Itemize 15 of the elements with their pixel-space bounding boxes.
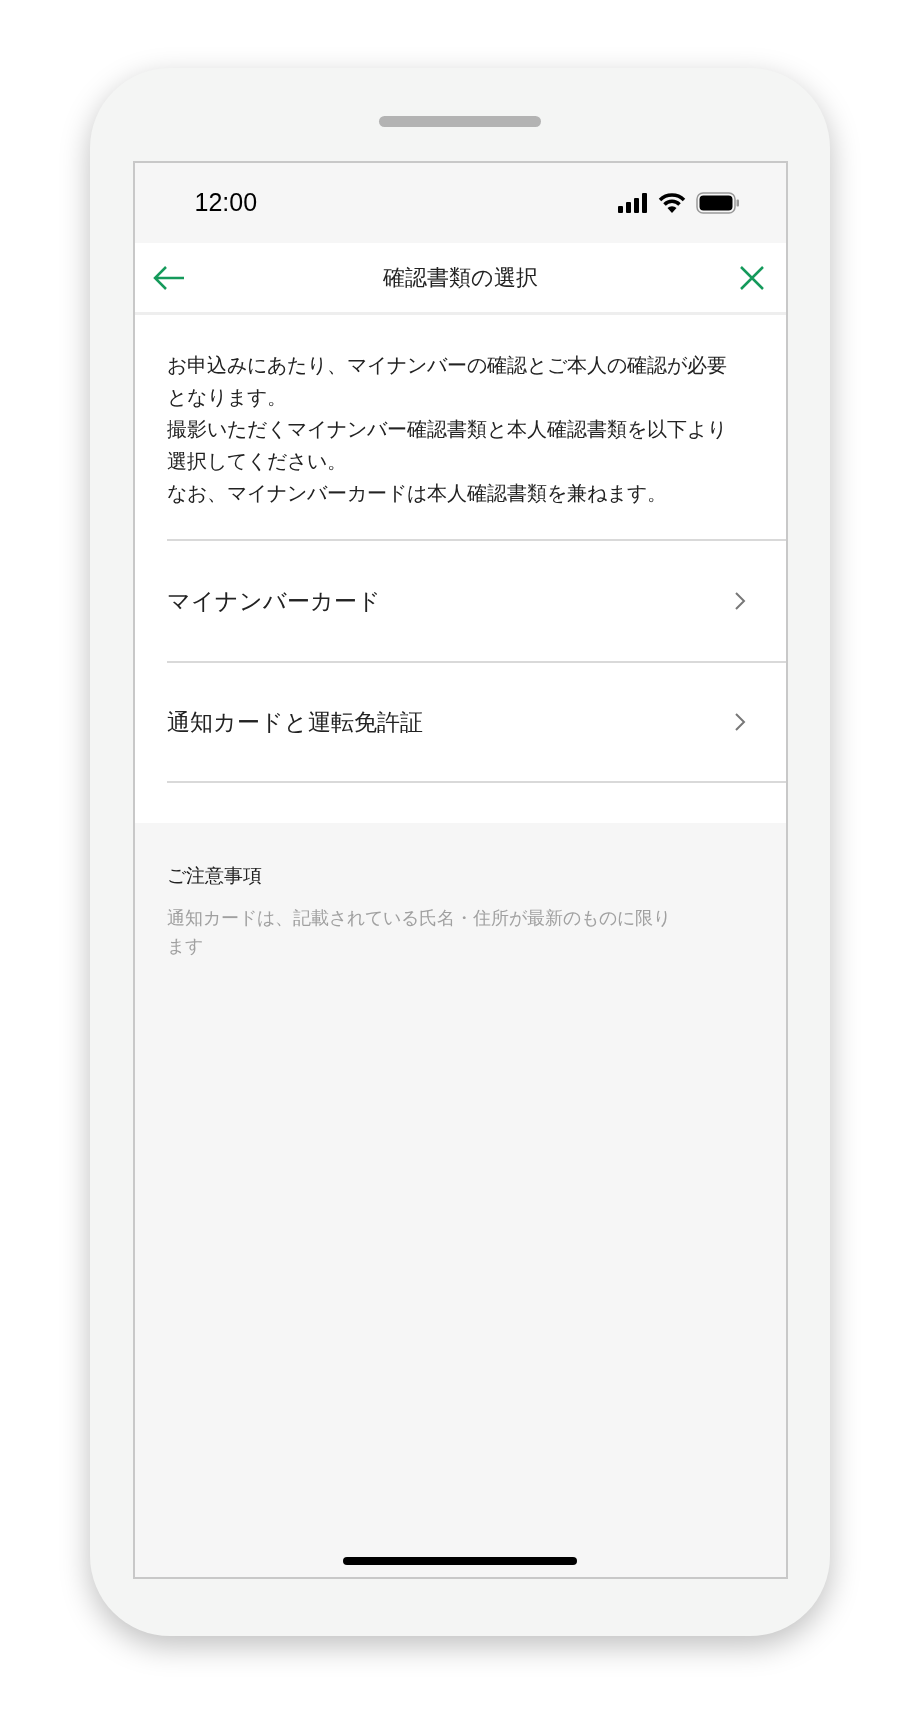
- intro-paragraph: お申込みにあたり、マイナンバーの確認とご本人の確認が必要となります。: [166, 352, 727, 411]
- notes-title: ご注意事項: [166, 863, 263, 888]
- document-option[interactable]: 通知カードと運転免許証: [166, 661, 786, 783]
- status-time: 12:00: [194, 187, 258, 219]
- battery-icon: [695, 192, 740, 214]
- intro-paragraph: なお、マイナンバーカードは本人確認書類を兼ねます。: [166, 480, 668, 507]
- chevron-icon: [733, 591, 746, 611]
- signal-icon: [617, 193, 648, 213]
- screen-title: 確認書類の選択: [382, 264, 538, 292]
- back-arrow-icon: [152, 264, 185, 291]
- wifi-icon: [657, 193, 686, 213]
- notes-text: 通知カードは、記載されている氏名・住所が最新のものに限ります: [166, 905, 672, 958]
- chevron-icon: [733, 712, 746, 732]
- close-icon: [739, 265, 764, 290]
- intro-paragraph: 撮影いただくマイナンバー確認書類と本人確認書類を以下より選択してください。: [166, 416, 727, 475]
